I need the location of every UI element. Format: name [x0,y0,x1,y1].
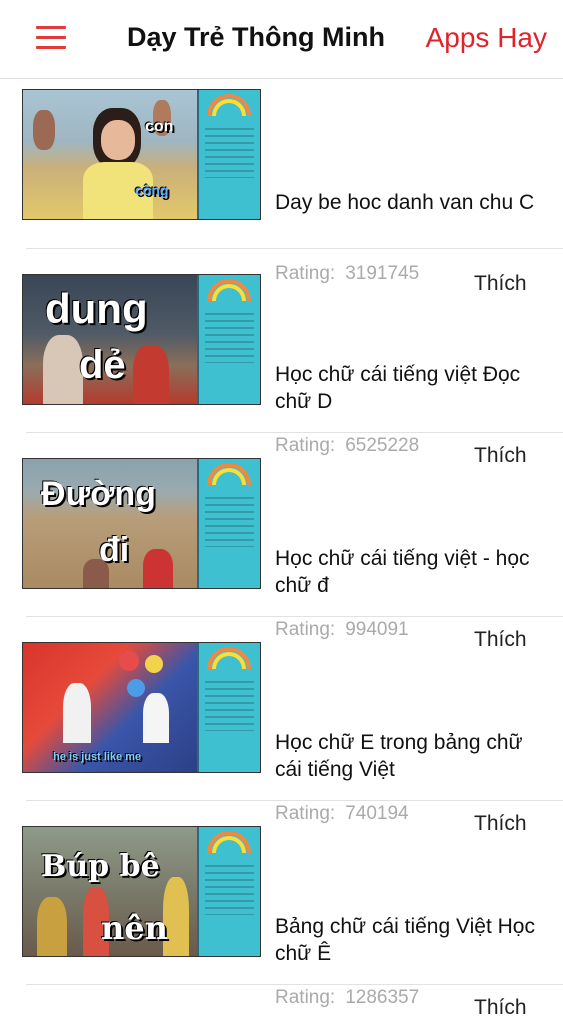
rainbow-panel [197,827,260,956]
video-title[interactable]: Học chữ cái tiếng việt - học chữ đ [275,545,545,599]
apps-hay-link[interactable]: Apps Hay [426,22,547,54]
rainbow-panel [197,90,260,219]
rating-label: Rating: [275,987,336,1008]
video-title[interactable]: Bảng chữ cái tiếng Việt Học chữ Ê [275,913,545,967]
thumbnail-caption: he is just like me [53,751,142,763]
video-rating: Rating: 1286357 [275,987,419,1009]
video-list-item[interactable]: Búp bê nên Bảng chữ cái tiếng Việt Học c… [0,801,563,1019]
video-list-item[interactable]: dung dẻ Học chữ cái tiếng việt Đọc chữ D… [0,249,563,467]
video-list: con công Day be hoc danh van chu C Ratin… [0,79,563,1019]
rainbow-panel [197,459,260,588]
video-title[interactable]: Học chữ cái tiếng việt Đọc chữ D [275,361,545,415]
video-thumbnail[interactable]: Búp bê nên [22,826,261,957]
video-thumbnail[interactable]: dung dẻ [22,274,261,405]
thumbnail-caption: dẻ [79,343,126,387]
thumbnail-caption: con [145,118,174,135]
divider [26,984,563,985]
rainbow-panel [197,275,260,404]
video-list-item[interactable]: he is just like me Học chữ E trong bảng … [0,617,563,835]
app-title: Dạy Trẻ Thông Minh [127,22,386,52]
video-thumbnail[interactable]: he is just like me [22,642,261,773]
rainbow-panel [197,643,260,772]
video-list-item[interactable]: Đường đi Học chữ cái tiếng việt - học ch… [0,433,563,651]
thumbnail-caption: nên [101,909,168,947]
hamburger-menu-icon[interactable] [36,26,66,50]
video-title[interactable]: Học chữ E trong bảng chữ cái tiếng Việt [275,729,545,783]
video-title[interactable]: Day be hoc danh van chu C [275,189,545,216]
thumbnail-caption: Búp bê [41,849,160,884]
thumbnail-caption: công [135,182,169,198]
app-header: Dạy Trẻ Thông Minh Apps Hay [0,0,563,79]
video-thumbnail[interactable]: con công [22,89,261,220]
thumbnail-caption: dung [45,285,148,332]
rating-value: 1286357 [345,987,420,1008]
video-list-item[interactable]: con công Day be hoc danh van chu C Ratin… [0,79,563,295]
thumbnail-caption: đi [99,531,130,569]
video-thumbnail[interactable]: Đường đi [22,458,261,589]
thumbnail-caption: Đường [41,475,156,513]
